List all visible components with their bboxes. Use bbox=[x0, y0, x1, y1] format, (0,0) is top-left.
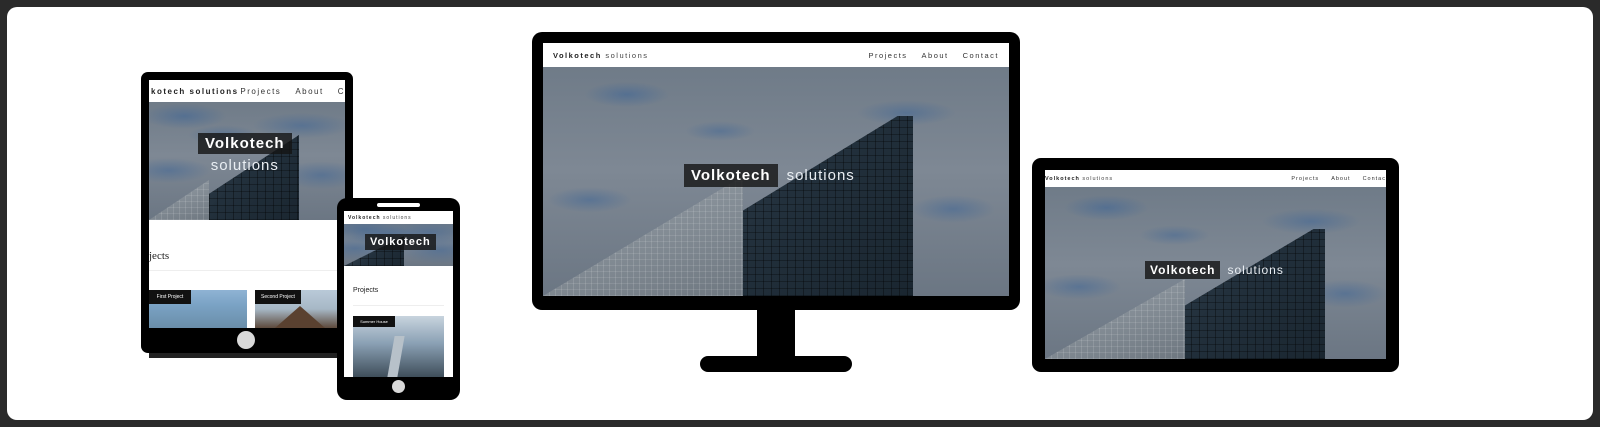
brand-logo[interactable]: Volkotech solutions bbox=[348, 215, 412, 221]
nav-link-projects[interactable]: Projects bbox=[1291, 176, 1319, 182]
phone-screen: Volkotech solutions Volkotech Projects S… bbox=[344, 211, 453, 377]
brand-logo[interactable]: Volkotech solutions bbox=[553, 51, 649, 60]
tablet-landscape-device: Volkotech solutions Projects About Conta… bbox=[1032, 158, 1399, 372]
brand-logo[interactable]: kotech solutions bbox=[151, 87, 239, 96]
project-thumb-1[interactable]: First Project bbox=[149, 290, 247, 328]
hero-title-bold: Volkotech bbox=[1145, 261, 1221, 279]
nav-link-contact[interactable]: Contact bbox=[963, 51, 999, 60]
projects-section: Projects Summer House bbox=[344, 266, 453, 377]
projects-section: jects First Project Second Project bbox=[149, 220, 345, 328]
brand-logo[interactable]: Volkotech solutions bbox=[1045, 176, 1113, 182]
brand-name-light: solutions bbox=[1082, 175, 1114, 182]
hero-title: Volkotech solutions bbox=[684, 164, 855, 187]
phone-home-button bbox=[392, 380, 405, 393]
hero-title-bold: Volkotech bbox=[365, 234, 436, 250]
hero-title: Volkotech solutions bbox=[1145, 261, 1284, 279]
house-roof-image bbox=[275, 306, 325, 328]
navbar: Volkotech solutions Projects About Conta… bbox=[1045, 170, 1386, 187]
hero-title-light: solutions bbox=[786, 167, 855, 184]
tablet-portrait-screen: kotech solutions Projects About C Volkot… bbox=[149, 80, 345, 328]
brand-name-light: solutions bbox=[605, 50, 649, 60]
showcase-card: kotech solutions Projects About C Volkot… bbox=[7, 7, 1593, 420]
building-side-image bbox=[543, 176, 743, 296]
nav-link-about[interactable]: About bbox=[1331, 176, 1350, 182]
navbar: Volkotech solutions Projects About Conta… bbox=[543, 43, 1009, 67]
nav-link-about[interactable]: About bbox=[295, 87, 323, 96]
brand-name-bold: Volkotech bbox=[348, 214, 381, 221]
hero-banner: Volkotech solutions bbox=[543, 67, 1009, 296]
project-thumb-2-label: Second Project bbox=[255, 290, 301, 304]
tablet-home-button bbox=[237, 331, 255, 349]
hero-title: Volkotech solutions bbox=[198, 133, 292, 174]
tablet-portrait-device: kotech solutions Projects About C Volkot… bbox=[141, 72, 353, 353]
brand-name-bold: Volkotech bbox=[553, 50, 602, 60]
navbar: kotech solutions Projects About C bbox=[149, 80, 345, 102]
hero-banner: Volkotech solutions bbox=[149, 102, 345, 220]
hero-title-bold: Volkotech bbox=[198, 133, 292, 154]
nav-link-contact[interactable]: Contac bbox=[1363, 176, 1386, 182]
brand-name-light: solutions bbox=[382, 214, 412, 221]
monitor-stand-base bbox=[700, 356, 852, 372]
nav-link-projects[interactable]: Projects bbox=[868, 51, 907, 60]
nav-link-contact[interactable]: C bbox=[338, 87, 345, 96]
building-side-image bbox=[1045, 279, 1185, 359]
phone-device: Volkotech solutions Volkotech Projects S… bbox=[337, 198, 460, 400]
monitor-device: Volkotech solutions Projects About Conta… bbox=[532, 32, 1020, 310]
nav-link-projects[interactable]: Projects bbox=[240, 87, 281, 96]
section-title: Projects bbox=[353, 287, 379, 294]
hero-title-light: solutions bbox=[210, 157, 279, 174]
project-thumb-1[interactable]: Summer House bbox=[353, 316, 444, 377]
project-thumb-1-label: First Project bbox=[149, 290, 191, 304]
hero-title: Volkotech bbox=[365, 234, 436, 250]
phone-speaker bbox=[377, 203, 420, 207]
hero-banner: Volkotech solutions bbox=[1045, 187, 1386, 359]
navbar: Volkotech solutions bbox=[344, 211, 453, 224]
tablet-landscape-screen: Volkotech solutions Projects About Conta… bbox=[1045, 170, 1386, 359]
divider bbox=[149, 270, 345, 271]
monitor-screen: Volkotech solutions Projects About Conta… bbox=[543, 43, 1009, 296]
divider bbox=[353, 305, 444, 306]
hero-banner: Volkotech bbox=[344, 224, 453, 266]
nav-link-about[interactable]: About bbox=[922, 51, 949, 60]
hero-title-light: solutions bbox=[1227, 263, 1284, 277]
pier-image bbox=[387, 336, 405, 377]
hero-title-bold: Volkotech bbox=[684, 164, 778, 187]
building-side-image bbox=[149, 180, 209, 220]
project-thumb-2[interactable]: Second Project bbox=[255, 290, 345, 328]
project-thumb-1-label: Summer House bbox=[353, 316, 395, 327]
section-title: jects bbox=[149, 250, 170, 262]
brand-name-bold: Volkotech bbox=[1045, 175, 1080, 182]
